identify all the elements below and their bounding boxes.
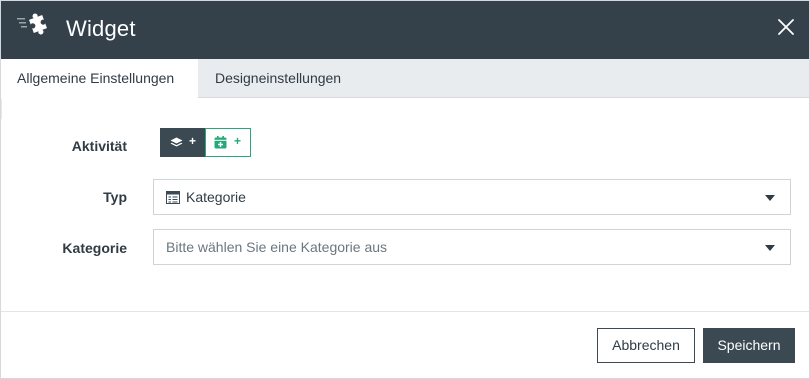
type-select[interactable]: Kategorie — [153, 179, 791, 215]
save-button[interactable]: Speichern — [703, 328, 795, 363]
activity-button-group: + + — [160, 128, 251, 157]
tab-bar: Allgemeine Einstellungen Designeinstellu… — [1, 59, 809, 99]
close-icon[interactable] — [777, 18, 795, 36]
category-select-placeholder: Bitte wählen Sie eine Kategorie aus — [166, 239, 388, 255]
add-layer-activity-button[interactable]: + — [160, 128, 205, 157]
divider — [1, 99, 2, 119]
calendar-plus-icon — [214, 136, 227, 149]
category-table-icon — [166, 191, 180, 204]
tab-design-settings[interactable]: Designeinstellungen — [199, 59, 357, 98]
plus-label: + — [189, 134, 197, 148]
plus-label: + — [234, 134, 242, 148]
type-select-value: Kategorie — [186, 189, 246, 205]
dialog-header: Widget — [1, 1, 809, 59]
footer-divider — [1, 311, 809, 312]
add-calendar-activity-button[interactable]: + — [205, 128, 251, 157]
activity-label: Aktivität — [71, 138, 127, 154]
puzzle-icon — [17, 13, 47, 35]
layers-icon — [170, 137, 183, 147]
widget-dialog: Widget Allgemeine Einstellungen Designei… — [0, 0, 810, 379]
category-label: Kategorie — [62, 240, 127, 256]
cancel-button[interactable]: Abbrechen — [597, 328, 695, 363]
type-label: Typ — [103, 189, 127, 205]
chevron-down-icon — [765, 245, 775, 251]
tab-general-settings[interactable]: Allgemeine Einstellungen — [1, 59, 198, 99]
dialog-title: Widget — [66, 16, 136, 41]
chevron-down-icon — [765, 195, 775, 201]
category-select[interactable]: Bitte wählen Sie eine Kategorie aus — [153, 229, 791, 265]
